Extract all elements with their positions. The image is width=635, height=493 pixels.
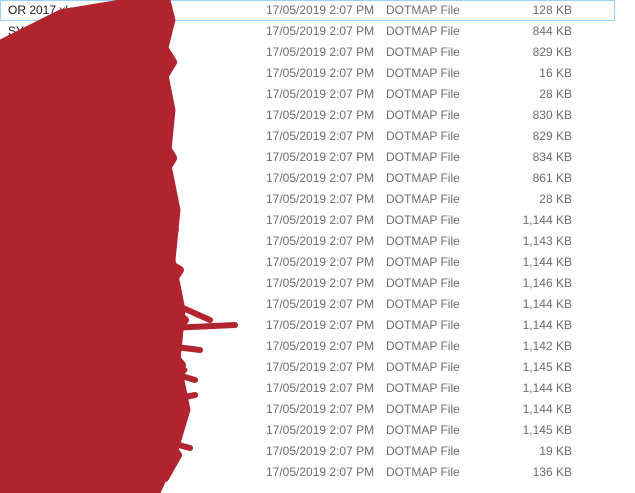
file-name: 9.xlsx.dotmap — [8, 213, 83, 227]
file-size: 1,144 KB — [522, 402, 572, 416]
file-size: 844 KB — [532, 24, 572, 38]
file-row[interactable]: 019 -Mat- 4th ... 17/05/2019 2:07 PM DOTMA… — [0, 168, 635, 189]
file-size: 28 KB — [539, 87, 572, 101]
file-size: 19 KB — [539, 444, 572, 458]
file-name: 8.xlsx.dotmap — [8, 234, 83, 248]
file-row[interactable]: 17/05/2019 2:07 PM DOTMAP File 136 KB — [0, 462, 635, 483]
file-size: 1,144 KB — [522, 297, 572, 311]
file-row[interactable]: sx.dotmap 17/05/2019 2:07 PM DOTMAP File 28… — [0, 84, 635, 105]
file-row[interactable]: Y 2018-2019 -... 17/05/2019 2:07 PM DOTMAP… — [0, 42, 635, 63]
file-row[interactable]: xlsx.dotmap 17/05/2019 2:07 PM DOTMAP File… — [0, 294, 635, 315]
file-row[interactable]: 17/05/2019 2:07 PM DOTMAP File 28 KB — [0, 189, 635, 210]
file-name: xlsx.dotmap — [8, 423, 73, 437]
file-date-modified: 17/05/2019 2:07 PM — [266, 402, 375, 416]
file-name: SY 2017-2018 -... — [8, 24, 102, 38]
file-row[interactable]: xlsx.dotmap 17/05/2019 2:07 PM DOTMAP File… — [0, 378, 635, 399]
file-name: Y 2018-2019 -... — [8, 45, 94, 59]
file-date-modified: 17/05/2019 2:07 PM — [266, 213, 375, 227]
file-row[interactable]: 019 -Mat- 2nd ... 17/05/2019 2:07 PM DOTMA… — [0, 126, 635, 147]
file-date-modified: 17/05/2019 2:07 PM — [266, 150, 375, 164]
file-date-modified: 17/05/2019 2:07 PM — [266, 297, 375, 311]
file-name — [8, 63, 256, 84]
file-date-modified: 17/05/2019 2:07 PM — [266, 45, 375, 59]
file-name: 019 -Mat- 2nd ... — [8, 129, 97, 143]
file-size: 834 KB — [532, 150, 572, 164]
file-size: 136 KB — [532, 465, 572, 479]
file-name: of...des.xlsx.dot — [8, 444, 92, 458]
file-name: .xlsx.dotmap — [8, 276, 76, 290]
file-size: 1,144 KB — [522, 381, 572, 395]
file-name: 019 -Mat- 3rd ... — [8, 150, 94, 164]
file-date-modified: 17/05/2019 2:07 PM — [266, 108, 375, 122]
file-date-modified: 17/05/2019 2:07 PM — [266, 234, 375, 248]
file-size: 1,142 KB — [522, 339, 572, 353]
file-name: xlsx.dotmap — [8, 381, 73, 395]
file-name — [8, 189, 256, 210]
file-row[interactable]: x.dotmap 17/05/2019 2:07 PM DOTMAP File 1,1… — [0, 399, 635, 420]
file-name: 8.xlsx.dotmap — [8, 255, 83, 269]
file-row[interactable]: 019 -Mat- 3rd ... 17/05/2019 2:07 PM DOTMA… — [0, 147, 635, 168]
file-name: 19 -Mat- 1st g... — [8, 108, 93, 122]
file-name: .dotmap — [8, 339, 52, 353]
file-size: 28 KB — [539, 192, 572, 206]
file-row[interactable]: 8.xlsx.dotmap 17/05/2019 2:07 PM DOTMAP Fi… — [0, 252, 635, 273]
file-size: 16 KB — [539, 66, 572, 80]
file-size: 829 KB — [532, 45, 572, 59]
file-date-modified: 17/05/2019 2:07 PM — [266, 381, 375, 395]
file-name: dotmap — [8, 318, 49, 332]
file-name: x.dotmap — [8, 402, 58, 416]
file-row[interactable]: 8.xlsx.dotmap 17/05/2019 2:07 PM DOTMAP Fi… — [0, 231, 635, 252]
file-size: 861 KB — [532, 171, 572, 185]
file-name: xlsx.dotmap — [8, 360, 73, 374]
file-name: OR 2017.xlsx.dotm — [8, 3, 111, 17]
file-date-modified: 17/05/2019 2:07 PM — [266, 444, 375, 458]
file-date-modified: 17/05/2019 2:07 PM — [266, 192, 375, 206]
file-date-modified: 17/05/2019 2:07 PM — [266, 24, 375, 38]
file-date-modified: 17/05/2019 2:07 PM — [266, 465, 375, 479]
file-row[interactable]: dotmap 17/05/2019 2:07 PM DOTMAP File 1,144… — [0, 315, 635, 336]
file-row[interactable]: xlsx.dotmap 17/05/2019 2:07 PM DOTMAP File… — [0, 420, 635, 441]
file-name: xlsx.dotmap — [8, 297, 73, 311]
file-row[interactable]: .xlsx.dotmap 17/05/2019 2:07 PM DOTMAP Fil… — [0, 273, 635, 294]
file-name: sx.dotmap — [8, 87, 64, 101]
file-date-modified: 17/05/2019 2:07 PM — [266, 87, 375, 101]
file-date-modified: 17/05/2019 2:07 PM — [266, 360, 375, 374]
file-size: 128 KB — [532, 3, 572, 17]
file-size: 1,144 KB — [522, 255, 572, 269]
file-size: 1,146 KB — [522, 276, 572, 290]
file-row[interactable]: .dotmap 17/05/2019 2:07 PM DOTMAP File 1,14… — [0, 336, 635, 357]
file-date-modified: 17/05/2019 2:07 PM — [266, 255, 375, 269]
file-row[interactable]: SY 2017-2018 -... 17/05/2019 2:07 PM DOTMA… — [0, 21, 635, 42]
file-date-modified: 17/05/2019 2:07 PM — [266, 66, 375, 80]
file-size: 1,144 KB — [522, 213, 572, 227]
file-row[interactable]: 9.xlsx.dotmap 17/05/2019 2:07 PM DOTMAP Fi… — [0, 210, 635, 231]
file-date-modified: 17/05/2019 2:07 PM — [266, 276, 375, 290]
file-date-modified: 17/05/2019 2:07 PM — [266, 129, 375, 143]
file-date-modified: 17/05/2019 2:07 PM — [266, 423, 375, 437]
file-date-modified: 17/05/2019 2:07 PM — [266, 318, 375, 332]
file-name — [8, 462, 256, 483]
file-row[interactable]: 19 -Mat- 1st g... 17/05/2019 2:07 PM DOTMA… — [0, 105, 635, 126]
file-size: 830 KB — [532, 108, 572, 122]
file-row[interactable]: OR 2017.xlsx.dotm 17/05/2019 2:07 PM DOTMA… — [0, 0, 635, 21]
file-size: 1,145 KB — [522, 423, 572, 437]
file-date-modified: 17/05/2019 2:07 PM — [266, 3, 375, 17]
file-list[interactable]: OR 2017.xlsx.dotm 17/05/2019 2:07 PM DOTMA… — [0, 0, 635, 493]
file-date-modified: 17/05/2019 2:07 PM — [266, 171, 375, 185]
file-size: 829 KB — [532, 129, 572, 143]
file-size: 1,145 KB — [522, 360, 572, 374]
file-row[interactable]: 17/05/2019 2:07 PM DOTMAP File 16 KB — [0, 63, 635, 84]
file-size: 1,144 KB — [522, 318, 572, 332]
file-name: 019 -Mat- 4th ... — [8, 171, 93, 185]
file-size: 1,143 KB — [522, 234, 572, 248]
file-row[interactable]: of...des.xlsx.dot 17/05/2019 2:07 PM DOTMA… — [0, 441, 635, 462]
file-date-modified: 17/05/2019 2:07 PM — [266, 339, 375, 353]
file-row[interactable]: xlsx.dotmap 17/05/2019 2:07 PM DOTMAP File… — [0, 357, 635, 378]
